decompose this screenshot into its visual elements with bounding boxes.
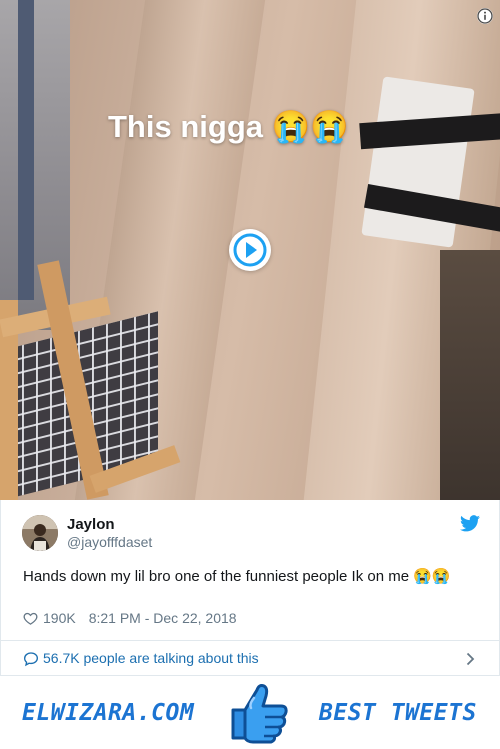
tweet-meta: 190K 8:21 PM - Dec 22, 2018 <box>23 610 237 626</box>
info-icon <box>477 8 493 24</box>
speech-bubble-icon <box>23 652 39 667</box>
tweet-card: Jaylon @jayofffdaset Hands down my lil b… <box>0 500 500 640</box>
site-name[interactable]: ELWIZARA.COM <box>22 700 194 726</box>
play-button[interactable] <box>229 229 271 271</box>
footer-tagline: BEST TWEETS <box>319 700 477 726</box>
avatar[interactable] <box>22 515 58 551</box>
author-name[interactable]: Jaylon <box>67 516 115 533</box>
footer-banner: ELWIZARA.COM BEST TWEETS <box>0 676 500 749</box>
twitter-bird-icon[interactable] <box>460 515 480 532</box>
conversation-link[interactable]: 56.7K people are talking about this <box>0 640 500 676</box>
play-icon <box>233 233 267 267</box>
info-button[interactable] <box>477 8 493 24</box>
conversation-label: 56.7K people are talking about this <box>43 650 259 666</box>
author-handle[interactable]: @jayofffdaset <box>67 534 152 550</box>
like-count[interactable]: 190K <box>43 610 76 626</box>
tweet-text: Hands down my lil bro one of the funnies… <box>23 568 451 585</box>
heart-icon[interactable] <box>23 611 38 626</box>
video-baby-gate <box>0 260 181 500</box>
chevron-right-icon <box>466 652 475 666</box>
video-caption: This nigga 😭😭 <box>108 109 349 144</box>
thumbs-up-icon <box>231 684 288 744</box>
video-player[interactable]: This nigga 😭😭 <box>0 0 500 500</box>
tweet-timestamp[interactable]: 8:21 PM - Dec 22, 2018 <box>89 610 237 626</box>
